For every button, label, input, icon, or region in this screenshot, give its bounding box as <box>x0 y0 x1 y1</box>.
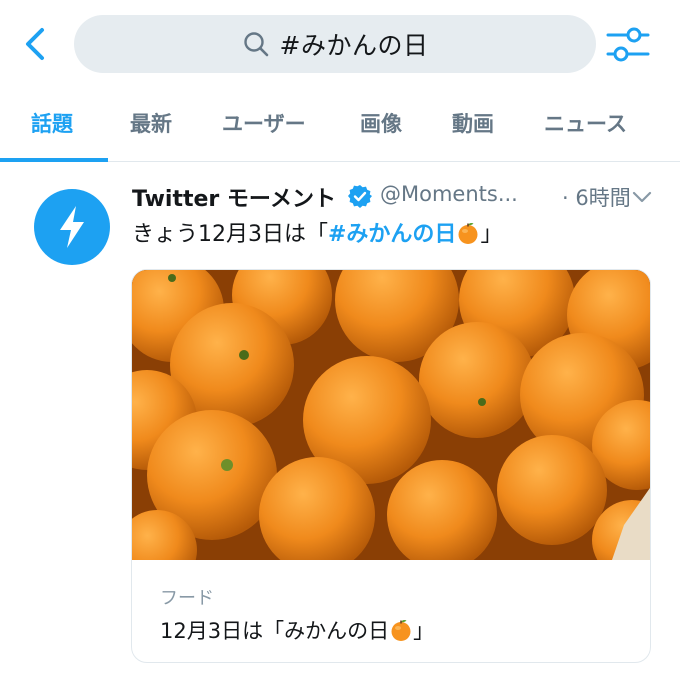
sliders-icon <box>606 27 650 62</box>
tab-top[interactable]: 話題 <box>31 108 73 138</box>
card-category: フード <box>160 588 214 609</box>
hashtag-link[interactable]: #みかんの日 <box>328 222 456 247</box>
tweet[interactable]: Twitter モーメント @Moments... · 6時間 きょう12月3日… <box>0 163 680 677</box>
tab-news[interactable]: ニュース <box>544 108 627 138</box>
tab-videos[interactable]: 動画 <box>452 108 494 138</box>
tweet-text-prefix: きょう12月3日は「 <box>132 222 328 247</box>
avatar[interactable] <box>34 189 110 265</box>
tangerine-emoji-icon <box>391 620 411 641</box>
tweet-text-suffix: 」 <box>480 222 503 247</box>
tangerine-emoji-icon <box>458 223 478 244</box>
display-name[interactable]: Twitter モーメント <box>132 181 336 213</box>
tweet-timestamp[interactable]: · 6時間 <box>562 182 631 212</box>
chevron-down-icon[interactable] <box>630 187 654 207</box>
search-input[interactable]: #みかんの日 <box>74 15 596 73</box>
top-bar: #みかんの日 <box>0 0 680 90</box>
user-handle[interactable]: @Moments... <box>380 182 518 206</box>
tweet-text: きょう12月3日は「#みかんの日」 <box>132 216 502 248</box>
search-tabs: 話題 最新 ユーザー 画像 動画 ニュース <box>0 96 680 162</box>
active-tab-indicator <box>0 158 108 162</box>
tab-people[interactable]: ユーザー <box>222 108 306 138</box>
moment-card[interactable]: フード 12月3日は「みかんの日」 <box>131 269 651 663</box>
card-image-tangerines <box>132 270 650 560</box>
card-title: 12月3日は「みかんの日」 <box>160 615 434 645</box>
search-filter-button[interactable] <box>604 22 652 66</box>
search-icon <box>243 32 268 57</box>
chevron-left-icon <box>26 28 44 60</box>
search-query: #みかんの日 <box>279 31 429 60</box>
tweet-header: Twitter モーメント @Moments... · 6時間 <box>132 181 662 213</box>
tab-photos[interactable]: 画像 <box>360 108 402 138</box>
tab-latest[interactable]: 最新 <box>130 108 172 138</box>
card-title-prefix: 12月3日は「みかんの日 <box>160 619 390 643</box>
verified-badge-icon <box>348 185 372 208</box>
card-title-suffix: 」 <box>413 619 435 643</box>
lightning-bolt-icon <box>60 206 84 248</box>
back-button[interactable] <box>18 24 54 64</box>
